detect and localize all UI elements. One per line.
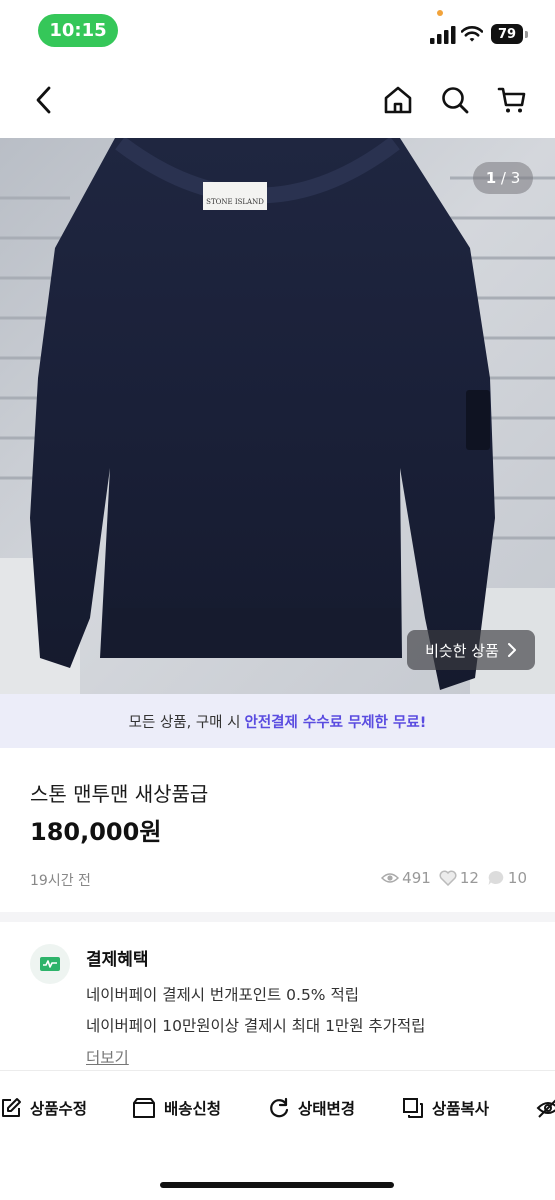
hide-product-button[interactable] — [536, 1097, 555, 1119]
product-stats: 491 12 10 — [377, 869, 527, 887]
app-header — [0, 62, 555, 138]
chevron-left-icon — [36, 86, 51, 114]
safe-payment-promo-banner[interactable]: 모든 상품, 구매 시 안전결제 수수료 무제한 무료! — [0, 694, 555, 748]
benefit-line: 네이버페이 10만원이상 결제시 최대 1만원 추가적립 — [86, 1017, 426, 1035]
benefit-line: 네이버페이 결제시 번개포인트 0.5% 적립 — [86, 986, 359, 1004]
product-title: 스톤 맨투맨 새상품급 — [30, 782, 209, 806]
brand-tag: STONE ISLAND — [206, 198, 264, 206]
home-button[interactable] — [380, 82, 416, 118]
chat-bubble-icon — [488, 871, 504, 885]
wifi-icon — [461, 26, 483, 42]
product-image-carousel[interactable]: STONE ISLAND 1 / 3 비슷한 상품 — [0, 138, 555, 694]
search-button[interactable] — [437, 82, 473, 118]
box-icon — [133, 1098, 155, 1118]
battery-level: 79 — [491, 24, 523, 44]
product-price: 180,000원 — [30, 818, 162, 846]
benefits-more-link[interactable]: 더보기 — [86, 1046, 129, 1068]
cellular-signal-icon — [430, 26, 456, 44]
seller-action-bar: 상품수정 배송신청 상태변경 상품복사 — [0, 1070, 555, 1152]
promo-highlight: 안전결제 수수료 무제한 무료! — [244, 714, 427, 731]
home-indicator — [160, 1182, 394, 1188]
product-photo-sweatshirt: STONE ISLAND — [0, 138, 555, 694]
copy-product-button[interactable]: 상품복사 — [402, 1097, 489, 1119]
back-button[interactable] — [26, 82, 62, 118]
section-divider — [0, 912, 555, 922]
payment-benefit-icon — [30, 944, 70, 984]
promo-text: 모든 상품, 구매 시 — [128, 714, 241, 731]
posted-time: 19시간 전 — [30, 873, 91, 889]
privacy-indicator-dot — [437, 10, 443, 16]
similar-products-label: 비슷한 상품 — [425, 641, 499, 660]
chevron-right-icon — [507, 643, 516, 657]
eye-off-icon — [536, 1099, 555, 1118]
battery-icon: 79 — [491, 24, 529, 44]
copy-icon — [403, 1098, 423, 1118]
shipping-request-button[interactable]: 배송신청 — [132, 1097, 221, 1119]
edit-icon — [2, 1098, 21, 1117]
search-icon — [442, 87, 469, 114]
home-icon — [384, 86, 412, 114]
status-time: 10:15 — [38, 14, 118, 47]
chat-count: 10 — [487, 869, 527, 887]
cart-button[interactable] — [494, 82, 530, 118]
refresh-icon — [270, 1097, 289, 1118]
like-count: 12 — [439, 869, 479, 887]
status-bar: 10:15 79 — [0, 0, 555, 62]
heart-icon — [439, 870, 457, 886]
cart-icon — [497, 87, 526, 113]
similar-products-button[interactable]: 비슷한 상품 — [407, 630, 535, 670]
view-count: 491 — [381, 869, 431, 887]
payment-benefits-title: 결제혜택 — [86, 950, 149, 970]
edit-product-button[interactable]: 상품수정 — [0, 1097, 87, 1119]
change-status-button[interactable]: 상태변경 — [268, 1097, 355, 1119]
image-page-indicator: 1 / 3 — [473, 162, 533, 194]
eye-icon — [381, 873, 400, 883]
